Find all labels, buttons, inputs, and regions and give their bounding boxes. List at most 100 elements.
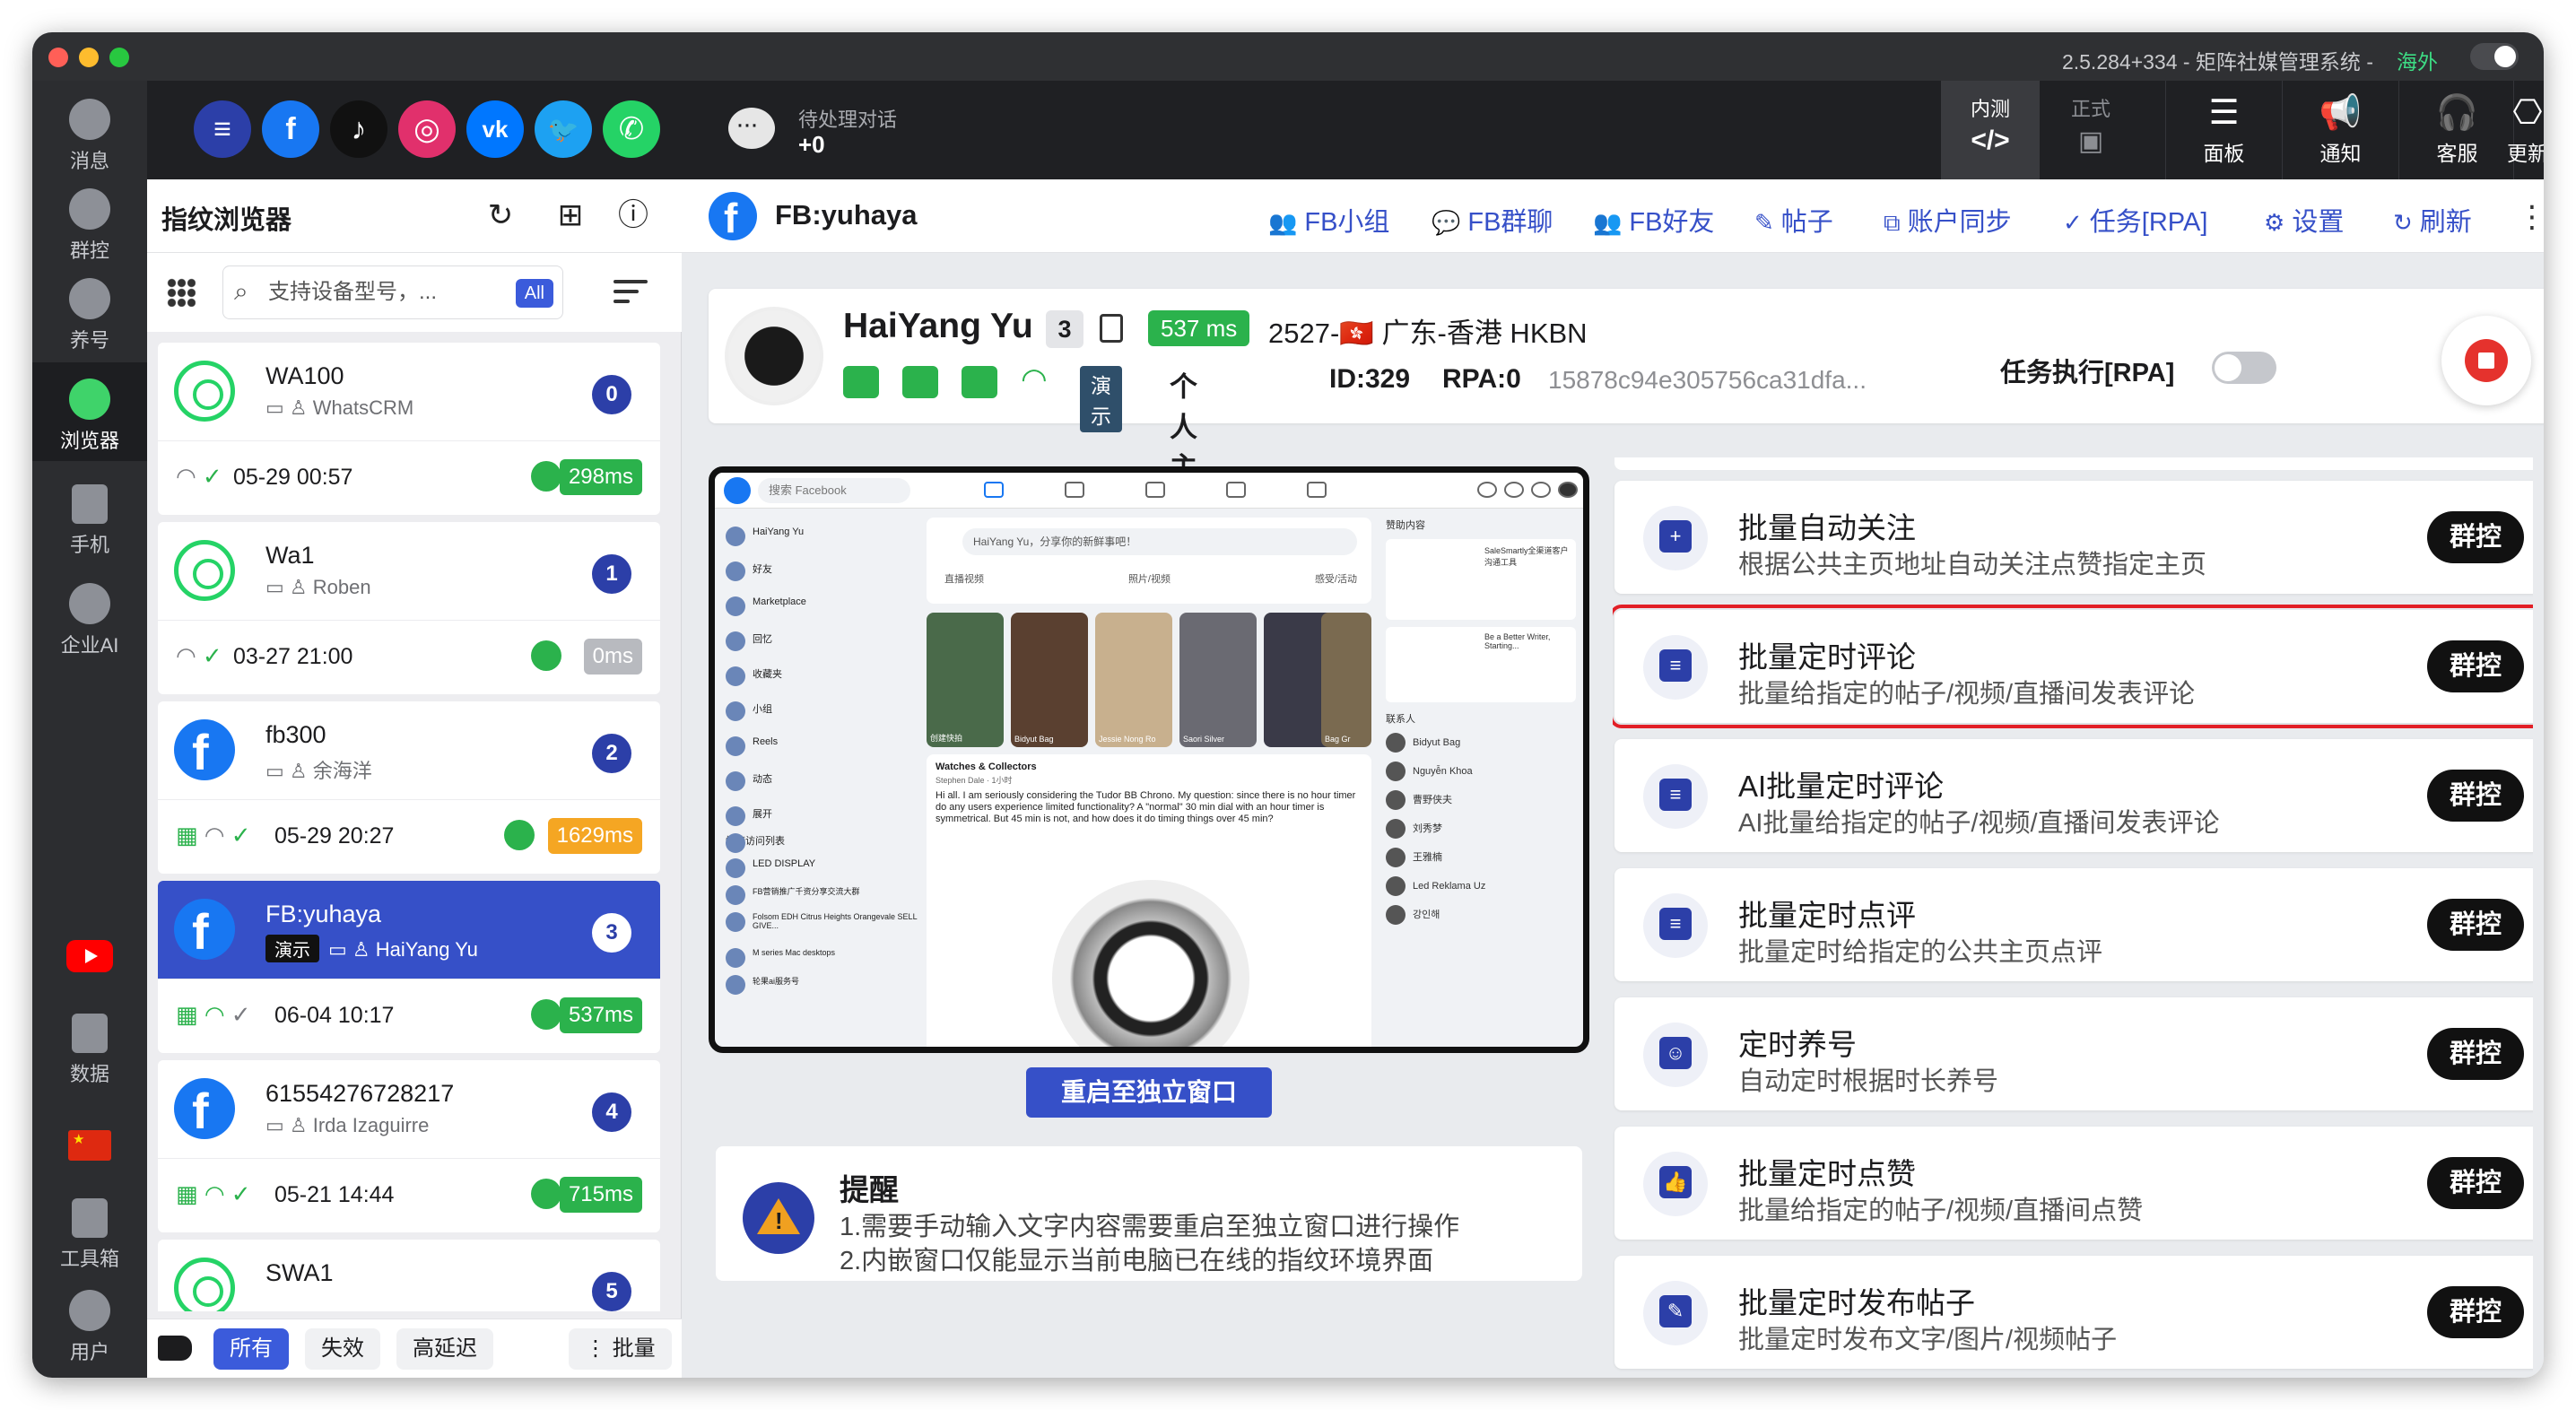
refresh-icon[interactable]: ↻ <box>481 196 520 235</box>
story-card[interactable]: 创建快拍 <box>927 613 1004 747</box>
batch-button[interactable]: ⋮ 批量 <box>569 1328 672 1370</box>
store-icon[interactable] <box>962 366 997 398</box>
list-item[interactable]: Marketplace <box>722 596 919 631</box>
filter-high-latency-button[interactable]: 高延迟 <box>396 1328 493 1370</box>
search-scope-select[interactable]: All <box>515 279 553 308</box>
facebook-icon[interactable]: f <box>262 100 319 158</box>
chat-bubble-icon[interactable] <box>728 108 775 149</box>
list-item[interactable]: FB营销推广千资分享交流大群 <box>722 885 919 912</box>
close-window-button[interactable] <box>48 48 68 67</box>
search-input[interactable] <box>268 277 492 308</box>
profile-card[interactable]: fb300 ▭ ♙ 余海洋 2 ▦ ◠ ✓ 05-29 20:27 1629ms <box>158 701 660 874</box>
story-card[interactable]: Bag Gr <box>1321 613 1371 747</box>
list-item[interactable]: LED DISPLAY <box>722 858 919 885</box>
tiktok-icon[interactable]: ♪ <box>330 100 387 158</box>
filter-invalid-button[interactable]: 失效 <box>305 1328 380 1370</box>
rail-item-nurture[interactable]: 养号 <box>32 269 147 359</box>
nav-rpa-tasks[interactable]: ✓ 任务[RPA] <box>2063 201 2207 239</box>
whatsapp-icon[interactable]: ✆ <box>603 100 660 158</box>
sponsored-ad[interactable]: SaleSmartly全渠道客户沟通工具 <box>1386 539 1576 620</box>
list-item[interactable]: 收藏夹 <box>722 666 919 701</box>
rpa-task-toggle[interactable] <box>2212 352 2276 384</box>
add-icon[interactable]: ⊞ <box>551 196 590 235</box>
rail-item-user[interactable]: 用户 <box>32 1281 147 1371</box>
contact-item[interactable]: Led Reklama Uz <box>1386 876 1576 905</box>
youtube-icon[interactable] <box>66 940 113 972</box>
rail-item-phone[interactable]: 手机 <box>32 475 147 565</box>
video-tab-icon[interactable] <box>1145 482 1165 498</box>
group-control-button[interactable]: 群控 <box>2427 640 2524 692</box>
copy-icon[interactable] <box>1100 314 1123 343</box>
panel-button[interactable]: ☰ 面板 <box>2165 81 2282 179</box>
composer-action[interactable]: 照片/视频 <box>1128 571 1171 586</box>
minimize-window-button[interactable] <box>79 48 99 67</box>
list-item[interactable]: 小组 <box>722 701 919 736</box>
profile-card[interactable]: 61554276728217 ▭ ♙ Irda Izaguirre 4 ▦ ◠ … <box>158 1060 660 1232</box>
profile-card[interactable]: Wa1 ▭ ♙ Roben 1 ◠ ✓ 03-27 21:00 0ms <box>158 522 660 694</box>
maximize-window-button[interactable] <box>109 48 129 67</box>
info-icon[interactable]: ⓘ <box>614 196 653 235</box>
list-item[interactable]: Reels <box>722 736 919 771</box>
menu-icon[interactable] <box>1477 482 1497 498</box>
group-control-button[interactable]: 群控 <box>2427 770 2524 822</box>
contact-item[interactable]: 강인해 <box>1386 905 1576 934</box>
nav-fb-friends[interactable]: 👥 FB好友 <box>1593 201 1714 239</box>
group-control-button[interactable]: 群控 <box>2427 511 2524 563</box>
contact-item[interactable]: 王雅楠 <box>1386 848 1576 876</box>
theme-toggle[interactable] <box>2470 43 2519 70</box>
embedded-browser[interactable]: 搜索 Facebook HaiYang Yu 好友 Marketplace 回忆… <box>709 466 1589 1053</box>
nav-account-sync[interactable]: ⧉ 账户同步 <box>1884 201 2012 239</box>
bell-icon[interactable] <box>1531 482 1551 498</box>
home-icon[interactable] <box>843 366 879 398</box>
sponsored-ad[interactable]: Be a Better Writer, Starting... <box>1386 627 1576 702</box>
env-formal-tab[interactable]: 正式 ▣ <box>2041 81 2140 179</box>
tag-icon[interactable] <box>158 1336 192 1361</box>
list-item[interactable]: 轮果ai服务号 <box>722 975 919 1002</box>
list-item[interactable]: 好友 <box>722 561 919 596</box>
group-control-button[interactable]: 群控 <box>2427 899 2524 951</box>
story-card[interactable]: Jessie Nong Ro <box>1095 613 1172 747</box>
notify-button[interactable]: 📢 通知 <box>2282 81 2398 179</box>
rail-item-messages[interactable]: 消息 <box>32 90 147 179</box>
china-flag-icon[interactable] <box>68 1130 111 1161</box>
profile-card[interactable]: SWA1 5 <box>158 1240 660 1311</box>
update-button[interactable]: ⎔ 更新 <box>2507 81 2544 179</box>
list-item[interactable]: 动态 <box>722 771 919 806</box>
home-tab-icon[interactable] <box>984 482 1004 498</box>
more-menu-icon[interactable]: ⋮ <box>2517 199 2544 235</box>
stop-button[interactable] <box>2441 316 2531 405</box>
nav-settings[interactable]: ⚙ 设置 <box>2264 201 2344 239</box>
nav-refresh[interactable]: ↻ 刷新 <box>2393 201 2472 239</box>
nav-fb-group-chat[interactable]: 💬 FB群聊 <box>1432 201 1553 239</box>
group-control-button[interactable]: 群控 <box>2427 1028 2524 1080</box>
contact-item[interactable]: 刘秀梦 <box>1386 819 1576 848</box>
profile-card[interactable]: WA100 ▭ ♙ WhatsCRM 0 ◠ ✓ 05-29 00:57 298… <box>158 343 660 515</box>
list-item[interactable]: HaiYang Yu <box>722 527 919 561</box>
rail-item-enterprise-ai[interactable]: 企业AI <box>32 574 147 664</box>
grid-view-icon[interactable] <box>167 278 196 307</box>
friends-tab-icon[interactable] <box>1065 482 1084 498</box>
restart-standalone-button[interactable]: 重启至独立窗口 <box>1026 1067 1272 1118</box>
avatar[interactable] <box>1558 482 1578 498</box>
composer-action[interactable]: 感受/活动 <box>1315 571 1357 586</box>
twitter-icon[interactable]: 🐦 <box>535 100 592 158</box>
composer-action[interactable]: 直播视频 <box>944 571 984 586</box>
rail-item-toolbox[interactable]: 工具箱 <box>32 1189 147 1279</box>
group-control-button[interactable]: 群控 <box>2427 1286 2524 1338</box>
contact-item[interactable]: Nguyễn Khoa <box>1386 762 1576 790</box>
nav-fb-groups[interactable]: 👥 FB小组 <box>1268 201 1389 239</box>
contact-item[interactable]: 曹野侠夫 <box>1386 790 1576 819</box>
messenger-icon[interactable] <box>1504 482 1524 498</box>
gaming-tab-icon[interactable] <box>1307 482 1327 498</box>
rail-item-data[interactable]: 数据 <box>32 1005 147 1094</box>
env-internal-tab[interactable]: 内测 </> <box>1941 81 2040 179</box>
embedded-search[interactable]: 搜索 Facebook <box>758 478 910 503</box>
rail-item-group-control[interactable]: 群控 <box>32 179 147 269</box>
marketplace-tab-icon[interactable] <box>1226 482 1246 498</box>
contact-item[interactable]: Bidyut Bag <box>1386 733 1576 762</box>
instagram-icon[interactable]: ◎ <box>398 100 456 158</box>
profile-card-selected[interactable]: FB:yuhaya 演示▭ ♙ HaiYang Yu 3 ▦ ◠ ✓ 06-04… <box>158 881 660 1053</box>
group-control-button[interactable]: 群控 <box>2427 1157 2524 1209</box>
story-card[interactable]: Saori Silver <box>1179 613 1257 747</box>
list-item[interactable]: M series Mac desktops <box>722 948 919 975</box>
